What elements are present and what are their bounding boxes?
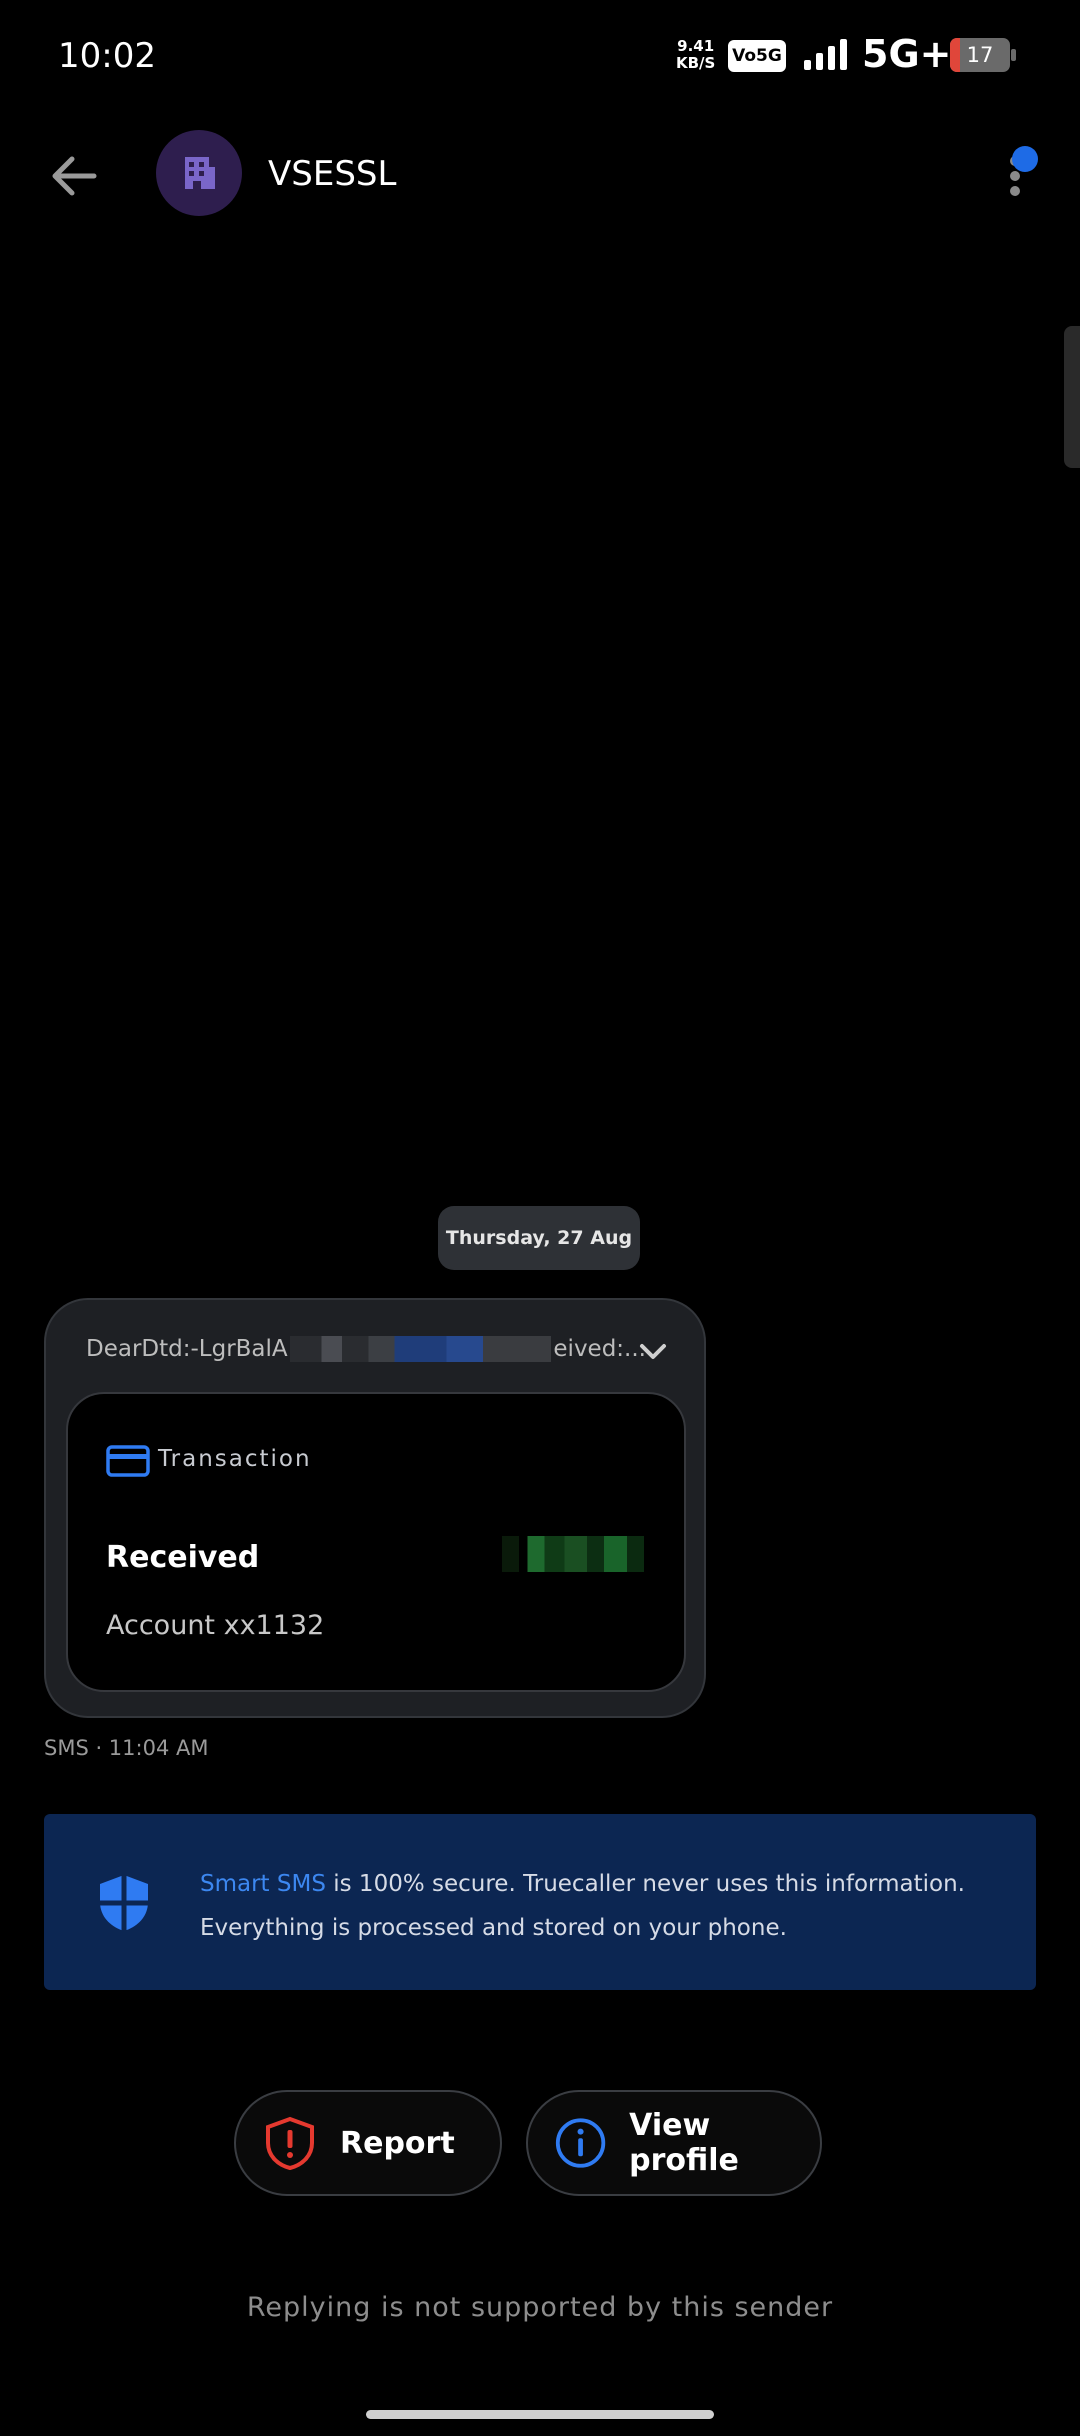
home-indicator[interactable] <box>366 2410 714 2419</box>
view-profile-button[interactable]: View profile <box>526 2090 822 2196</box>
transaction-card[interactable]: Transaction Received Account xx1132 <box>66 1392 686 1692</box>
transaction-status: Received <box>106 1540 260 1575</box>
volte-badge: Vo5G <box>728 40 786 72</box>
preview-end: eived:... <box>553 1336 646 1362</box>
banner-line-1: is 100% secure. Truecaller never uses th… <box>325 1871 965 1897</box>
avatar[interactable] <box>156 130 242 216</box>
net-speed-unit: KB/S <box>676 54 716 72</box>
redacted-text <box>289 1336 552 1362</box>
info-banner: Smart SMS is 100% secure. Truecaller nev… <box>44 1814 1036 1990</box>
message-bubble[interactable]: DearDtd:-LgrBalA eived:... Transaction R… <box>44 1298 706 1718</box>
net-speed-value: 9.41 <box>677 37 715 55</box>
report-button[interactable]: Report <box>234 2090 502 2196</box>
shield-icon <box>100 1875 148 1931</box>
chevron-down-icon[interactable] <box>636 1334 670 1368</box>
network-type: 5G+ <box>862 32 952 76</box>
building-icon <box>185 157 215 189</box>
message-meta: SMS · 11:04 AM <box>44 1736 209 1760</box>
view-profile-label: View profile <box>629 2108 739 2178</box>
date-chip: Thursday, 27 Aug <box>438 1206 640 1270</box>
card-type-label: Transaction <box>158 1446 312 1472</box>
report-label: Report <box>340 2125 455 2161</box>
banner-text: Smart SMS is 100% secure. Truecaller nev… <box>200 1862 1000 1950</box>
sender-name[interactable]: VSESSL <box>268 154 396 194</box>
card-icon <box>106 1445 150 1477</box>
message-preview: DearDtd:-LgrBalA eived:... <box>86 1334 646 1364</box>
battery-level: 17 <box>966 43 994 67</box>
alert-shield-icon <box>266 2116 314 2171</box>
signal-icon <box>804 39 847 70</box>
info-icon <box>555 2118 606 2168</box>
account-number: Account xx1132 <box>106 1610 325 1641</box>
banner-line-2: Everything is processed and stored on yo… <box>200 1915 787 1941</box>
back-arrow-icon[interactable] <box>44 146 104 206</box>
reply-not-supported-note: Replying is not supported by this sender <box>246 2292 834 2323</box>
net-speed: 9.41 KB/S <box>676 38 715 72</box>
battery-icon: 17 <box>950 38 1016 72</box>
smart-sms-highlight: Smart SMS <box>200 1871 326 1897</box>
more-options-icon[interactable] <box>1002 146 1052 206</box>
status-time: 10:02 <box>58 36 156 76</box>
redacted-amount <box>502 1536 644 1572</box>
preview-start: DearDtd:-LgrBalA <box>86 1336 288 1362</box>
notification-badge <box>1012 146 1038 172</box>
scroll-handle[interactable] <box>1064 326 1080 468</box>
